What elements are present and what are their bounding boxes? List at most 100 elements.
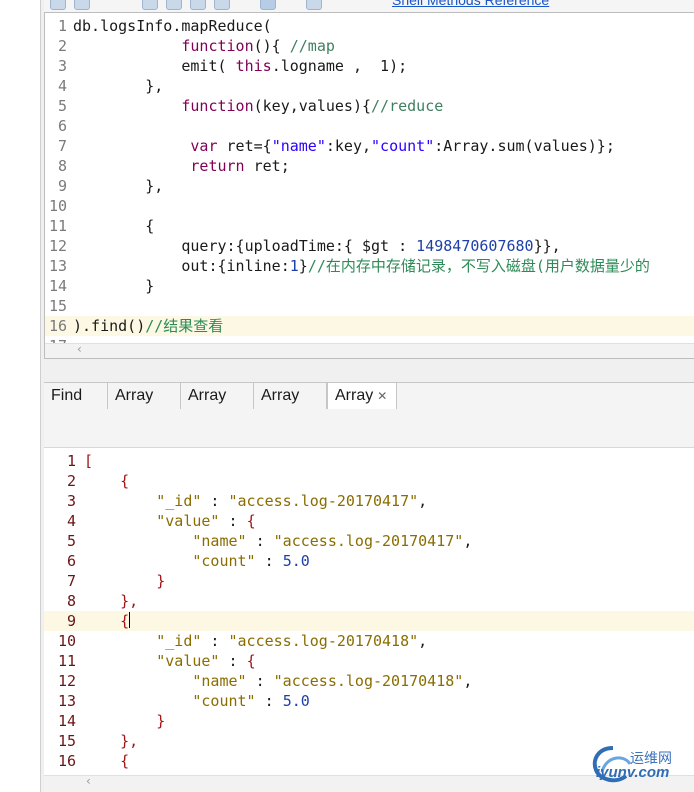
code-token: emit( <box>73 57 236 75</box>
watermark-logo: 运维网 iyunv.com <box>588 742 694 788</box>
result-tab[interactable]: Array <box>181 383 254 409</box>
code-token: "access.log-20170418" <box>228 632 419 650</box>
code-text: { <box>84 611 131 631</box>
shell-methods-reference-link[interactable]: Shell Methods Reference <box>392 0 549 8</box>
code-line[interactable]: 1[ <box>44 451 694 471</box>
result-tab[interactable]: Array <box>108 383 181 409</box>
code-line[interactable]: 11 "value" : { <box>44 651 694 671</box>
toolbar: Shell Methods Reference <box>44 0 694 12</box>
code-token: //在内存中存储记录，不写入磁盘(用户数据量少的 <box>307 257 650 275</box>
result-tab[interactable]: Array <box>254 383 327 409</box>
result-viewer[interactable]: 1[2 {3 "_id" : "access.log-20170417", 4 "… <box>44 448 694 792</box>
code-token: ret; <box>244 157 290 175</box>
code-token: "count" <box>371 137 435 155</box>
code-line[interactable]: 14 } <box>44 711 694 731</box>
code-line[interactable]: 3 "_id" : "access.log-20170417", <box>44 491 694 511</box>
code-token: { <box>246 512 256 530</box>
code-line[interactable]: 7 var ret={"name":key,"count":Array.sum(… <box>45 136 694 156</box>
code-line[interactable]: 12 "name" : "access.log-20170418", <box>44 671 694 691</box>
code-line[interactable]: 5 function(key,values){//reduce <box>45 96 694 116</box>
code-line[interactable]: 13 out:{inline:1}//在内存中存储记录，不写入磁盘(用户数据量少… <box>45 256 694 276</box>
format-icon[interactable] <box>190 0 206 10</box>
code-line[interactable]: 10 <box>45 196 694 216</box>
code-token: : <box>255 692 283 710</box>
code-line[interactable]: 3 emit( this.logname , 1); <box>45 56 694 76</box>
scroll-left-icon[interactable]: ‹ <box>86 774 91 788</box>
line-number: 16 <box>57 752 76 770</box>
code-line[interactable]: 16).find()//结果查看 <box>45 316 694 336</box>
code-line[interactable]: 11 { <box>45 216 694 236</box>
code-token: "value" <box>156 652 220 670</box>
line-number: 11 <box>48 217 67 235</box>
code-text: "count" : 5.0 <box>84 551 309 571</box>
code-text: }, <box>84 731 138 751</box>
code-text: "value" : { <box>84 651 256 671</box>
code-line[interactable]: 6 "count" : 5.0 <box>44 551 694 571</box>
code-line[interactable]: 12 query:{uploadTime:{ $gt : 14984706076… <box>45 236 694 256</box>
line-number: 2 <box>57 37 67 55</box>
code-token: : <box>201 632 229 650</box>
close-tab-icon[interactable]: ✕ <box>377 389 387 403</box>
code-token: this <box>235 57 272 75</box>
code-token: { <box>246 652 256 670</box>
code-line[interactable]: 10 "_id" : "access.log-20170418", <box>44 631 694 651</box>
code-line[interactable]: 7 } <box>44 571 694 591</box>
code-token: var <box>190 137 218 155</box>
code-line[interactable]: 15 <box>45 296 694 316</box>
code-token: out:{inline: <box>73 257 290 275</box>
code-line[interactable]: 2 function(){ //map <box>45 36 694 56</box>
run-icon[interactable] <box>50 0 66 10</box>
code-line[interactable]: 9 { <box>44 611 694 631</box>
code-text: function(){ //map <box>73 36 335 56</box>
result-tab-bar: Find Array Array Array Array ✕ <box>44 382 694 410</box>
line-number: 10 <box>57 632 76 650</box>
code-text: "count" : 5.0 <box>84 691 309 711</box>
code-token: : <box>219 512 247 530</box>
toggle-view-icon[interactable] <box>260 0 276 10</box>
code-token: "_id" <box>156 492 202 510</box>
code-line[interactable]: 4 "value" : { <box>44 511 694 531</box>
code-line[interactable]: 14 } <box>45 276 694 296</box>
code-line[interactable]: 5 "name" : "access.log-20170417", <box>44 531 694 551</box>
undo-icon[interactable] <box>142 0 158 10</box>
code-text: } <box>84 571 165 591</box>
save-icon[interactable] <box>74 0 90 10</box>
code-token: function <box>181 37 254 55</box>
clear-icon[interactable] <box>306 0 322 10</box>
code-token: "name" <box>192 532 247 550</box>
code-token: , <box>418 492 428 510</box>
code-line[interactable]: 2 { <box>44 471 694 491</box>
line-number: 10 <box>48 197 67 215</box>
code-line[interactable]: 1 db.logsInfo.mapReduce( <box>45 16 694 36</box>
code-text: "value" : { <box>84 511 256 531</box>
scroll-left-icon[interactable]: ‹ <box>77 342 82 356</box>
code-line[interactable]: 13 "count" : 5.0 <box>44 691 694 711</box>
editor-horizontal-scrollbar[interactable]: ‹ <box>45 342 694 358</box>
redo-icon[interactable] <box>166 0 182 10</box>
code-text: "name" : "access.log-20170417", <box>84 531 472 551</box>
code-text: "_id" : "access.log-20170417", <box>84 491 427 511</box>
code-text: }, <box>84 591 138 611</box>
line-number: 1 <box>66 452 76 470</box>
code-text: "name" : "access.log-20170418", <box>84 671 472 691</box>
code-token: { <box>84 612 130 630</box>
code-line[interactable]: 9 }, <box>45 176 694 196</box>
code-token: { <box>84 472 130 490</box>
line-number: 5 <box>66 532 76 550</box>
code-line[interactable]: 8 return ret; <box>45 156 694 176</box>
code-line[interactable]: 4 }, <box>45 76 694 96</box>
code-token: ).find() <box>73 317 146 335</box>
code-token: function <box>181 97 254 115</box>
line-number: 13 <box>57 692 76 710</box>
explain-icon[interactable] <box>214 0 230 10</box>
code-token: //reduce <box>371 97 444 115</box>
query-editor[interactable]: 1 db.logsInfo.mapReduce(2 function(){ //m… <box>44 12 694 359</box>
result-tab[interactable]: Array ✕ <box>327 383 397 409</box>
code-line[interactable]: 6 <box>45 116 694 136</box>
code-line[interactable]: 8 }, <box>44 591 694 611</box>
result-tab[interactable]: Find <box>44 383 108 409</box>
